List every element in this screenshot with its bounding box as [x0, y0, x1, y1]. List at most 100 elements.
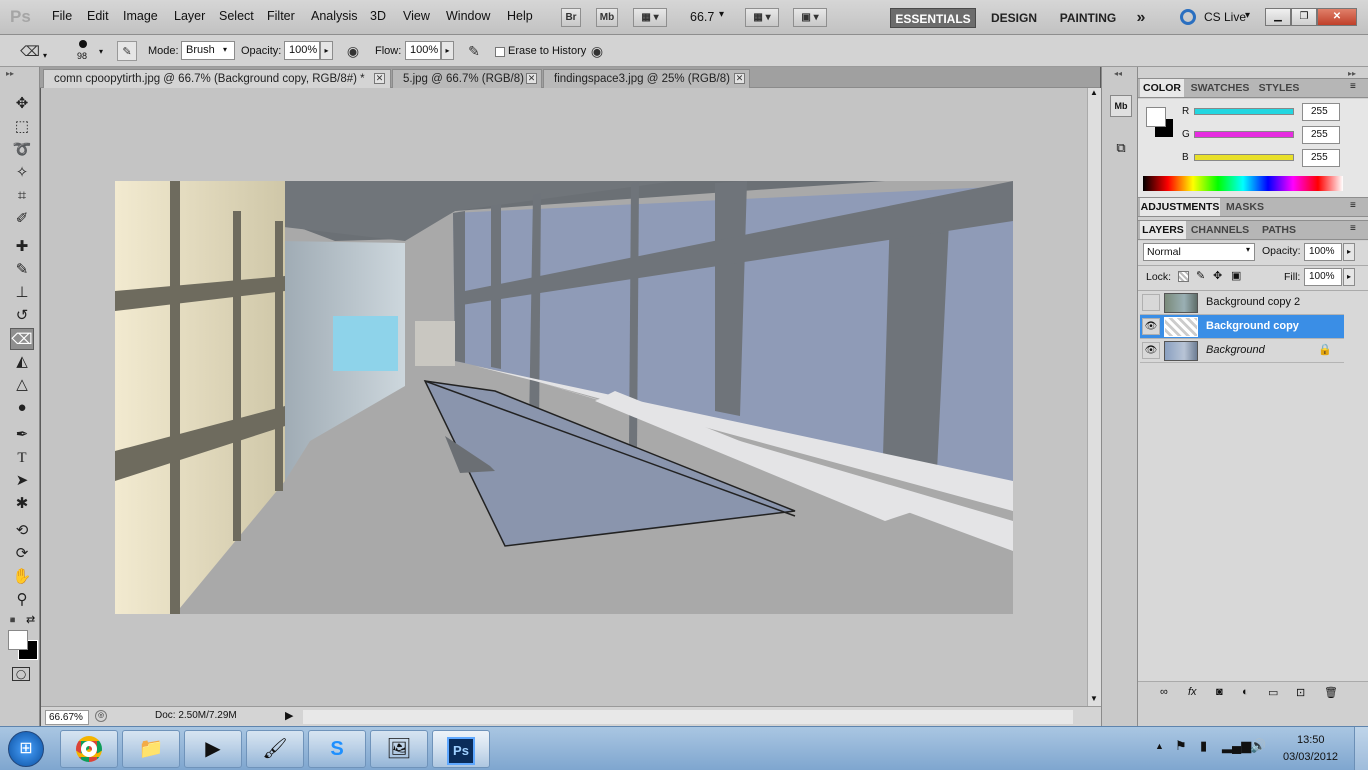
visibility-toggle-off[interactable]	[1142, 294, 1160, 311]
collapse-panels-icon[interactable]: ◂◂	[1114, 69, 1122, 78]
bridge-button[interactable]: Br	[561, 8, 581, 27]
eraser-preset-icon[interactable]: ⌫	[20, 41, 40, 61]
add-mask-icon[interactable]: ◙	[1216, 686, 1223, 698]
fill-arrow[interactable]: ▸	[1343, 268, 1355, 286]
blend-mode-dropdown-icon[interactable]: ▾	[1246, 245, 1250, 254]
tab-styles[interactable]: STYLES	[1254, 79, 1304, 97]
network-icon[interactable]: ▂▄▆	[1222, 738, 1251, 754]
volume-icon[interactable]: 🔊	[1250, 738, 1266, 754]
tablet-pressure-icon[interactable]: ◉	[587, 41, 607, 61]
extras-dropdown[interactable]: ▦ ▾	[633, 8, 667, 27]
flow-slider-arrow[interactable]: ▸	[441, 41, 454, 60]
mini-bridge-panel-icon[interactable]: Mb	[1110, 95, 1132, 117]
menu-view[interactable]: View	[403, 9, 430, 23]
lasso-tool-icon[interactable]: ➰	[10, 139, 34, 161]
dodge-tool-icon[interactable]: ●	[10, 397, 34, 419]
close-tab-icon[interactable]: ✕	[734, 73, 745, 84]
clock-date[interactable]: 03/03/2012	[1283, 751, 1338, 763]
chrome-icon[interactable]	[60, 730, 118, 768]
layer-row-background-copy[interactable]: 👁 Background copy	[1140, 315, 1344, 339]
workspace-design[interactable]: DESIGN	[986, 8, 1042, 28]
canvas-area[interactable]	[41, 88, 1087, 706]
menu-help[interactable]: Help	[507, 9, 533, 23]
tab-swatches[interactable]: SWATCHES	[1188, 79, 1252, 97]
photo-viewer-icon[interactable]: 🖼	[370, 730, 428, 768]
paint-icon[interactable]: 🖌	[246, 730, 304, 768]
move-tool-icon[interactable]: ✥	[10, 93, 34, 115]
cs-live-icon[interactable]	[1180, 9, 1196, 25]
lock-transparency-icon[interactable]	[1178, 271, 1189, 282]
quick-selection-tool-icon[interactable]: ✧	[10, 162, 34, 184]
foreground-color-swatch[interactable]	[8, 630, 28, 650]
zoom-tool-icon[interactable]: ⚲	[10, 589, 34, 611]
brush-tool-icon[interactable]: ✎	[10, 259, 34, 281]
opacity-field[interactable]: 100%	[284, 41, 320, 60]
tab-comn-cpoopytirth[interactable]: comn cpoopytirth.jpg @ 66.7% (Background…	[43, 69, 391, 88]
layer-opacity-field[interactable]: 100%	[1304, 243, 1342, 261]
flow-field[interactable]: 100%	[405, 41, 441, 60]
menu-image[interactable]: Image	[123, 9, 158, 23]
cs-live-menu[interactable]: CS Live	[1204, 10, 1246, 24]
layer-row-background-copy-2[interactable]: Background copy 2	[1140, 291, 1344, 315]
default-colors-icon[interactable]: ◾	[7, 615, 18, 626]
vertical-scrollbar[interactable]: ▲ ▼	[1087, 88, 1101, 706]
close-tab-icon[interactable]: ✕	[526, 73, 537, 84]
photoshop-icon[interactable]: Ps	[432, 730, 490, 768]
cs-live-dropdown-icon[interactable]: ▾	[1245, 10, 1250, 21]
airbrush-pressure-icon[interactable]: ◉	[343, 41, 363, 61]
history-panel-icon[interactable]: ⧉	[1110, 137, 1132, 159]
tab-channels[interactable]: CHANNELS	[1188, 221, 1252, 239]
path-selection-tool-icon[interactable]: ➤	[10, 470, 34, 492]
workspace-painting[interactable]: PAINTING	[1054, 8, 1122, 28]
history-brush-tool-icon[interactable]: ↺	[10, 305, 34, 327]
swap-colors-icon[interactable]: ⇄	[26, 613, 35, 626]
menu-filter[interactable]: Filter	[267, 9, 295, 23]
green-slider[interactable]	[1194, 131, 1294, 138]
eye-icon[interactable]: 👁	[1142, 342, 1160, 359]
layers-panel-menu-icon[interactable]: ≡	[1350, 223, 1356, 234]
marquee-tool-icon[interactable]: ⬚	[10, 116, 34, 138]
show-desktop-button[interactable]	[1354, 727, 1368, 770]
delete-layer-icon[interactable]: 🗑	[1324, 686, 1338, 699]
menu-edit[interactable]: Edit	[87, 9, 109, 23]
adjustments-panel-menu-icon[interactable]: ≡	[1350, 200, 1356, 211]
lock-pixels-icon[interactable]: ✎	[1196, 269, 1205, 282]
color-spectrum-ramp[interactable]	[1143, 176, 1343, 191]
brush-picker-dropdown-icon[interactable]: ▾	[99, 47, 103, 56]
zoom-level[interactable]: 66.7	[690, 10, 714, 24]
eraser-tool-icon[interactable]: ⌫	[10, 328, 34, 350]
brush-preview-icon[interactable]	[79, 40, 87, 48]
brush-panel-icon[interactable]: ✎	[117, 41, 137, 61]
skype-icon[interactable]: S	[308, 730, 366, 768]
blend-mode-select[interactable]: Normal	[1143, 243, 1255, 261]
more-workspaces-icon[interactable]: »	[1130, 8, 1152, 28]
type-tool-icon[interactable]: T	[10, 447, 34, 469]
mode-dropdown-icon[interactable]: ▾	[223, 45, 227, 54]
clock-time[interactable]: 13:50	[1297, 734, 1325, 746]
document-canvas[interactable]	[115, 181, 1013, 614]
battery-icon[interactable]: ▮	[1200, 738, 1207, 754]
tab-color[interactable]: COLOR	[1140, 79, 1184, 97]
workspace-essentials[interactable]: ESSENTIALS	[890, 8, 976, 28]
menu-analysis[interactable]: Analysis	[311, 9, 358, 23]
fill-field[interactable]: 100%	[1304, 268, 1342, 286]
tab-findingspace3[interactable]: findingspace3.jpg @ 25% (RGB/8) ✕	[543, 69, 750, 88]
green-value[interactable]: 255	[1302, 126, 1340, 144]
erase-to-history-checkbox[interactable]	[495, 47, 505, 57]
paint-bucket-tool-icon[interactable]: ◭	[10, 351, 34, 373]
blur-tool-icon[interactable]: △	[10, 374, 34, 396]
start-button[interactable]: ⊞	[8, 731, 44, 767]
status-menu-arrow-icon[interactable]: ▶	[285, 709, 293, 722]
show-hidden-icons[interactable]: ▲	[1155, 741, 1164, 751]
layer-row-background[interactable]: 👁 Background 🔒	[1140, 339, 1344, 363]
status-info-icon[interactable]: ◎	[95, 710, 107, 722]
minimize-button[interactable]: ▁	[1265, 8, 1291, 26]
new-group-icon[interactable]: ▭	[1268, 686, 1278, 699]
mini-bridge-button[interactable]: Mb	[596, 8, 618, 27]
color-foreground-swatch[interactable]	[1146, 107, 1166, 127]
close-tab-icon[interactable]: ✕	[374, 73, 385, 84]
tab-adjustments[interactable]: ADJUSTMENTS	[1140, 198, 1220, 216]
menu-3d[interactable]: 3D	[370, 9, 386, 23]
lock-position-icon[interactable]: ✥	[1213, 269, 1222, 282]
blue-value[interactable]: 255	[1302, 149, 1340, 167]
